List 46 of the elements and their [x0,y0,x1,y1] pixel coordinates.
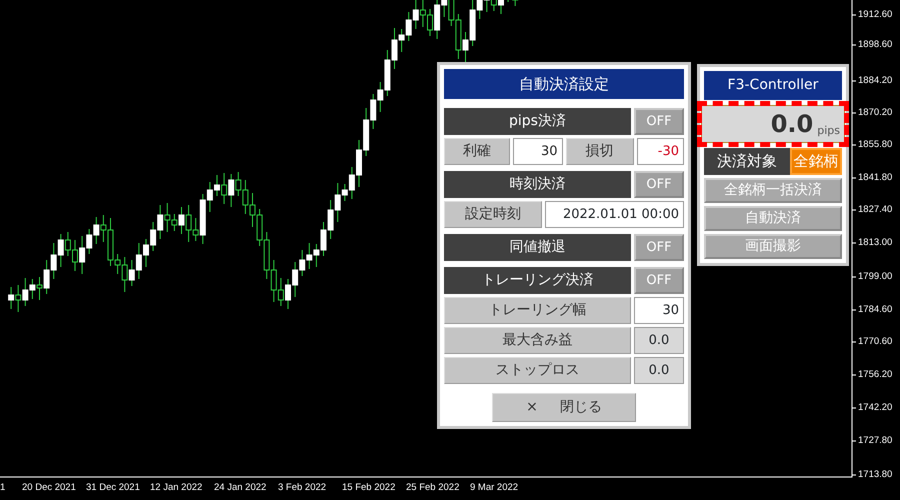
price-label: 1727.80 [858,435,892,447]
value-field[interactable]: 30 [634,297,684,324]
label-button[interactable]: 最大含み益 [444,327,631,354]
price-label: 1713.80 [858,469,892,481]
candlestick [508,0,509,2]
label-button[interactable]: 設定時刻 [444,201,542,228]
value-field[interactable]: -30 [636,138,684,165]
close-button[interactable]: × 閉じる [492,393,636,422]
date-label: 1 [0,482,6,494]
price-label: 1770.60 [858,336,892,348]
section-header: 同値撤退 [444,234,631,261]
section-header: pips決済 [444,108,631,135]
value-field: 0.0 [634,327,684,354]
price-label: 1742.20 [858,402,892,414]
price-label: 1784.60 [858,304,892,316]
label-button[interactable]: 利確 [444,138,510,165]
label-button[interactable]: ストップロス [444,357,631,384]
date-label: 31 Dec 2021 [86,482,140,494]
price-label: 1870.20 [858,107,892,119]
price-label: 1813.00 [858,237,892,249]
date-label: 9 Mar 2022 [470,482,518,494]
price-label: 1841.80 [858,172,892,184]
label-button[interactable]: 損切 [566,138,634,165]
price-label: 1884.20 [858,75,892,87]
value-field[interactable]: 30 [513,138,562,165]
value-field: 0.0 [634,357,684,384]
price-label: 1756.20 [858,369,892,381]
price-label: 1912.60 [858,9,892,21]
date-label: 24 Jan 2022 [214,482,266,494]
datetime-field[interactable]: 2022.01.01 00:00 [545,201,684,228]
panel-title: 自動決済設定 [444,69,684,99]
panel-title: F3-Controller [704,71,842,100]
price-label: 1855.80 [858,139,892,151]
price-label: 1799.00 [858,271,892,283]
target-label: 決済対象 [704,148,790,175]
date-label: 3 Feb 2022 [278,482,326,494]
section-header: トレーリング決済 [444,267,631,294]
date-label: 15 Feb 2022 [342,482,396,494]
candlestick [512,0,518,6]
date-label: 12 Jan 2022 [150,482,202,494]
date-label: 25 Feb 2022 [406,482,460,494]
date-label: 20 Dec 2021 [22,482,76,494]
price-label: 1827.40 [858,204,892,216]
price-label: 1898.60 [858,39,892,51]
label-button[interactable]: トレーリング幅 [444,297,631,324]
section-header: 時刻決済 [444,171,631,198]
